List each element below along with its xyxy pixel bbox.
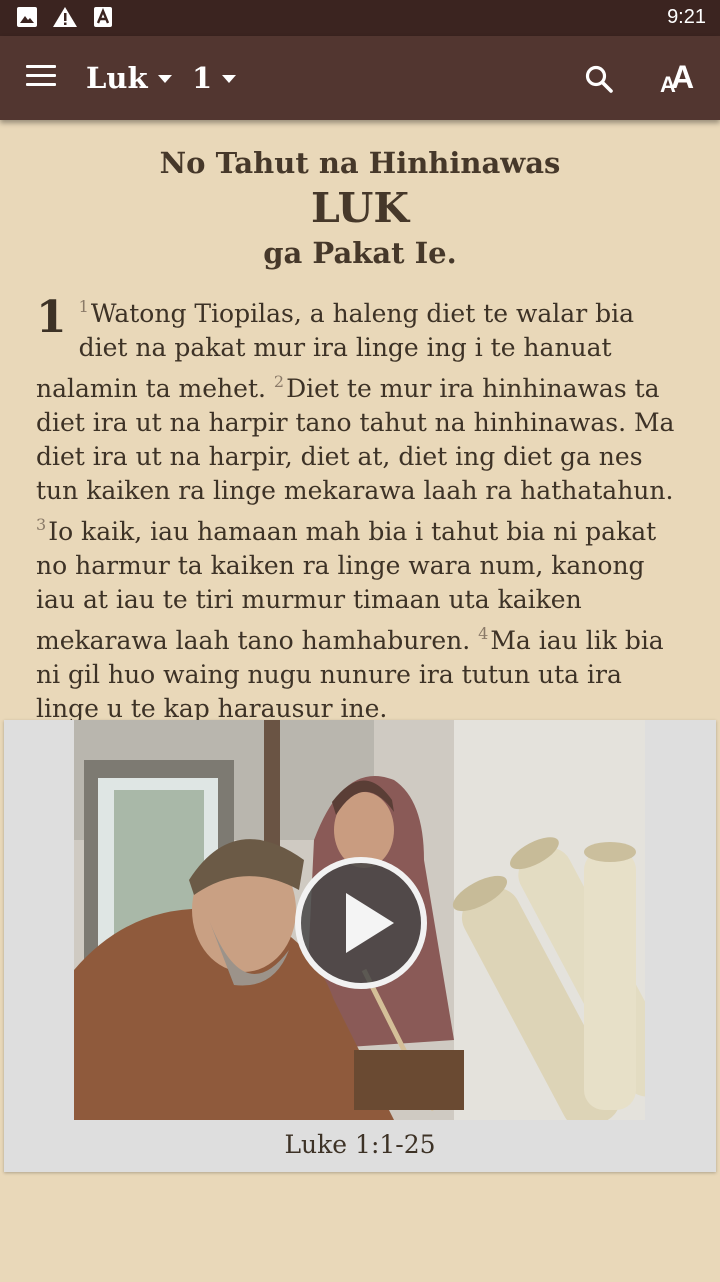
video-thumbnail[interactable] — [74, 720, 645, 1120]
book-subtitle: ga Pakat Ie. — [263, 236, 457, 270]
text-size-icon[interactable]: AA — [658, 59, 698, 97]
warning-icon — [53, 7, 77, 27]
book-selector[interactable]: Luk — [86, 58, 172, 98]
status-icons — [16, 6, 114, 28]
play-icon — [346, 893, 394, 953]
scripture-passage: 1 1Watong Tiopilas, a haleng diet te wal… — [36, 290, 686, 726]
verse-number: 4 — [478, 624, 489, 643]
chapter-selector[interactable]: 1 — [192, 58, 237, 98]
chapter-label: 1 — [192, 61, 213, 95]
video-caption: Luke 1:1-25 — [284, 1130, 436, 1159]
book-caret-icon — [157, 75, 172, 83]
app-toolbar: Luk 1 AA — [0, 36, 720, 120]
next-section-heading-partial — [0, 1262, 720, 1282]
font-a-icon — [94, 7, 112, 27]
book-title: LUK — [311, 184, 409, 232]
verse-number: 1 — [78, 297, 89, 316]
image-icon — [17, 7, 37, 27]
chapter-number: 1 — [36, 292, 67, 343]
book-label: Luk — [86, 61, 148, 95]
status-bar: 9:21 — [0, 0, 720, 36]
search-icon[interactable] — [584, 64, 614, 94]
play-button[interactable] — [295, 857, 427, 989]
verse-number: 2 — [273, 372, 285, 391]
verse-number: 3 — [36, 515, 47, 534]
book-intro-heading: No Tahut na Hinhinawas — [159, 146, 561, 180]
status-time: 9:21 — [667, 6, 706, 28]
chapter-caret-icon — [222, 75, 237, 83]
video-card: Luke 1:1-25 — [4, 720, 716, 1172]
menu-icon[interactable] — [26, 65, 56, 91]
